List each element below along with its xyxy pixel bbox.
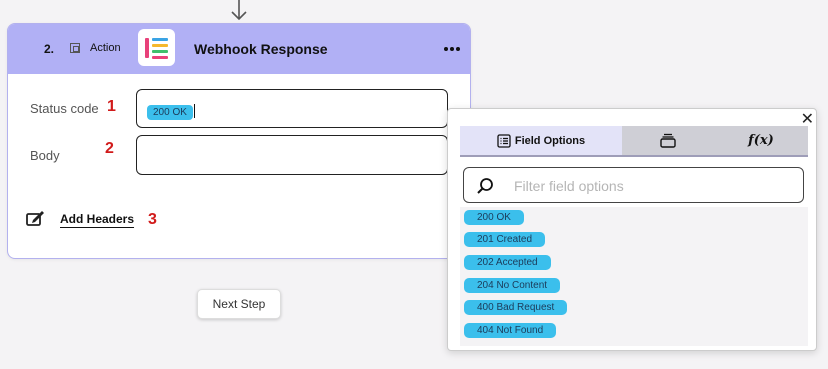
option-201-created[interactable]: 201 Created bbox=[464, 232, 546, 247]
annotation-3: 3 bbox=[148, 211, 157, 228]
option-204-no-content[interactable]: 204 No Content bbox=[464, 278, 561, 293]
more-options-icon[interactable] bbox=[444, 47, 462, 53]
filter-field-options-input[interactable]: Filter field options bbox=[463, 167, 804, 203]
field-options-popup[interactable]: ✕ Field Options f(x) Filter field option… bbox=[447, 108, 817, 351]
tab-field-options-label: Field Options bbox=[514, 134, 586, 147]
annotation-1: 1 bbox=[107, 98, 116, 115]
tab-field-options[interactable]: Field Options bbox=[460, 126, 622, 155]
option-404-not-found[interactable]: 404 Not Found bbox=[464, 323, 557, 338]
tab-layers[interactable] bbox=[622, 126, 714, 155]
tab-function[interactable]: f(x) bbox=[714, 126, 808, 155]
status-code-label: Status code bbox=[30, 101, 99, 116]
function-icon: f(x) bbox=[748, 133, 774, 148]
action-icon bbox=[70, 43, 80, 53]
option-202-accepted[interactable]: 202 Accepted bbox=[464, 255, 551, 270]
search-icon bbox=[477, 178, 493, 194]
step-number: 2. bbox=[44, 42, 55, 56]
list-icon bbox=[497, 133, 511, 148]
body-input[interactable] bbox=[136, 135, 448, 175]
step-card-header[interactable]: 2. Action Webhook Response bbox=[8, 24, 470, 74]
step-kind-label: Action bbox=[90, 42, 121, 54]
layers-icon bbox=[660, 133, 676, 148]
search-placeholder: Filter field options bbox=[514, 178, 624, 194]
popup-tabs: Field Options f(x) bbox=[460, 126, 808, 157]
option-200-ok[interactable]: 200 OK bbox=[464, 210, 524, 225]
edit-icon[interactable] bbox=[26, 209, 46, 227]
status-code-input[interactable]: 200 OK bbox=[136, 89, 448, 128]
elementor-app-icon bbox=[138, 29, 175, 66]
step-card[interactable]: 2. Action Webhook Response Status code 1… bbox=[7, 23, 471, 259]
next-step-button[interactable]: Next Step bbox=[197, 289, 281, 319]
add-headers-link[interactable]: Add Headers bbox=[60, 212, 134, 226]
annotation-2: 2 bbox=[105, 140, 114, 157]
text-caret bbox=[193, 103, 195, 118]
field-options-list: 200 OK 201 Created 202 Accepted 204 No C… bbox=[460, 207, 808, 346]
flow-arrow-down-icon bbox=[231, 0, 247, 21]
body-label: Body bbox=[30, 148, 60, 163]
step-title: Webhook Response bbox=[194, 41, 328, 57]
status-code-value-pill: 200 OK bbox=[147, 105, 193, 120]
option-400-bad-request[interactable]: 400 Bad Request bbox=[464, 300, 568, 315]
